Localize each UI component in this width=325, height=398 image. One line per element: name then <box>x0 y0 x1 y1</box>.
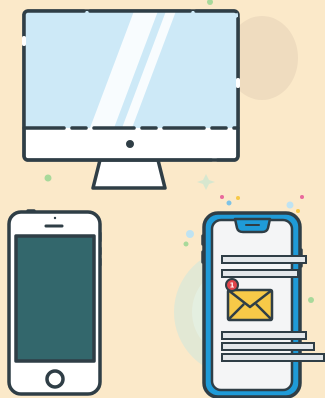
decor-sparkle <box>197 174 215 190</box>
desktop-monitor-icon <box>22 9 240 190</box>
content-bar <box>221 269 299 278</box>
envelope-icon <box>226 288 274 322</box>
decor-dot <box>236 196 240 200</box>
content-bar <box>221 353 325 362</box>
classic-phone-icon <box>7 209 102 396</box>
notification-count: 1 <box>230 282 235 290</box>
notification-badge-icon: 1 <box>225 278 239 292</box>
decor-dot <box>226 200 232 206</box>
content-bar <box>221 255 307 264</box>
content-bar <box>221 342 315 351</box>
smartphone-icon: 1 <box>201 211 325 398</box>
devices-illustration: 1 <box>7 0 325 398</box>
phone-camera <box>53 216 57 220</box>
monitor-stand <box>91 158 167 190</box>
phone-home-button <box>45 369 65 389</box>
decor-dot <box>300 195 304 199</box>
content-bar <box>221 331 307 340</box>
decor-dot <box>220 195 224 199</box>
decor-dot <box>308 297 314 303</box>
decor-dot <box>186 230 194 238</box>
decor-dot <box>296 209 300 213</box>
decor-dot <box>183 241 189 247</box>
phone-screen <box>14 234 96 363</box>
illustration-stage: 1 <box>0 0 325 398</box>
monitor-power-dot <box>126 140 134 148</box>
decor-dot <box>286 201 294 209</box>
decor-dot <box>44 174 52 182</box>
decor-dot <box>207 0 213 5</box>
